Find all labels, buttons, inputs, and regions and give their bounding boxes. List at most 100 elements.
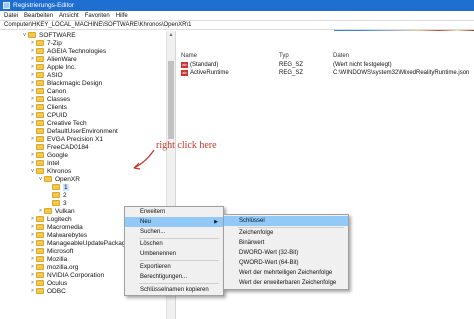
expand-icon[interactable]: > (30, 240, 35, 246)
folder-open-icon (28, 32, 36, 38)
expand-icon[interactable]: > (30, 48, 35, 54)
value-row[interactable]: ab (Standard) (181, 61, 218, 69)
expand-icon[interactable]: > (30, 136, 35, 142)
annotation-arrow-icon (133, 149, 155, 170)
collapse-icon[interactable]: v (30, 168, 35, 174)
folder-icon (36, 160, 44, 166)
expand-icon[interactable]: > (30, 72, 35, 78)
tree-item[interactable]: 2 (46, 191, 67, 199)
expand-icon[interactable]: > (30, 232, 35, 238)
tree-item-openxr[interactable]: v OpenXR (38, 175, 80, 183)
expand-icon[interactable]: > (30, 80, 35, 86)
tree-item[interactable]: > Oculus (30, 279, 67, 287)
expand-icon[interactable]: > (30, 248, 35, 254)
tree-item[interactable]: > mozilla.org (30, 263, 78, 271)
menu-item-binaerwert[interactable]: Binärwert (224, 238, 348, 248)
expand-icon[interactable]: > (38, 208, 43, 214)
value-type: REG_SZ (279, 70, 304, 76)
value-row[interactable]: ab ActiveRuntime (181, 69, 229, 77)
tree-item[interactable]: > Classes (30, 95, 70, 103)
folder-icon (36, 264, 44, 270)
folder-icon (36, 232, 44, 238)
tree-item[interactable]: > Apple Inc. (30, 63, 76, 71)
folder-icon (36, 216, 44, 222)
menu-item-umbenennen[interactable]: Umbenennen (125, 249, 223, 259)
expand-icon[interactable]: > (30, 272, 35, 278)
tree-item[interactable]: > Creative Tech (30, 119, 87, 127)
menu-datei[interactable]: Datei (4, 13, 18, 19)
expand-icon[interactable]: > (30, 120, 35, 126)
tree-item[interactable]: 3 (46, 199, 67, 207)
folder-icon (36, 248, 44, 254)
collapse-icon[interactable]: v (22, 32, 27, 38)
expand-icon[interactable]: > (30, 216, 35, 222)
folder-icon (36, 80, 44, 86)
expand-icon[interactable]: > (30, 224, 35, 230)
tree-item[interactable]: > ASIO (30, 71, 63, 79)
tree-item[interactable]: > Google (30, 151, 68, 159)
expand-icon[interactable]: > (30, 288, 35, 294)
tree-item[interactable]: > CPUID (30, 111, 67, 119)
tree-item[interactable]: > AlienWare (30, 55, 77, 63)
tree-item[interactable]: > Microsoft (30, 247, 73, 255)
scroll-up-arrow-icon[interactable]: ▲ (168, 32, 174, 38)
menu-item-suchen[interactable]: Suchen... (125, 227, 223, 237)
menu-item-expandable-string[interactable]: Wert der erweiterbaren Zeichenfolge (224, 278, 348, 288)
folder-icon (36, 48, 44, 54)
address-path[interactable]: Computer\HKEY_LOCAL_MACHINE\SOFTWARE\Khr… (4, 22, 192, 28)
menu-item-exportieren[interactable]: Exportieren (125, 262, 223, 272)
tree-item[interactable]: > Intel (30, 159, 59, 167)
tree-item[interactable]: DefaultUserEnvironment (30, 127, 118, 135)
tree-item[interactable]: > Logitech (30, 215, 72, 223)
expand-icon[interactable]: > (30, 256, 35, 262)
tree-item[interactable]: > ManageableUpdatePackage (30, 239, 129, 247)
tree-item[interactable]: > AGEIA Technologies (30, 47, 106, 55)
scrollbar-thumb[interactable] (168, 61, 174, 139)
expand-icon[interactable]: > (30, 96, 35, 102)
menu-item-schluessel[interactable]: Schlüssel (224, 216, 348, 226)
expand-icon[interactable]: > (30, 104, 35, 110)
folder-icon (36, 112, 44, 118)
tree-item[interactable]: > Vulkan (38, 207, 75, 215)
menu-bearbeiten[interactable]: Bearbeiten (24, 13, 53, 19)
address-bar[interactable]: Computer\HKEY_LOCAL_MACHINE\SOFTWARE\Khr… (0, 20, 474, 30)
tree-item[interactable]: >7-Zip (30, 39, 62, 47)
menu-item-qword[interactable]: QWORD-Wert (64-Bit) (224, 258, 348, 268)
expand-icon[interactable]: > (30, 40, 35, 46)
expand-icon[interactable]: > (30, 280, 35, 286)
tree-item-1-selected[interactable]: 1 (46, 183, 69, 191)
expand-icon[interactable]: > (30, 112, 35, 118)
menu-hilfe[interactable]: Hilfe (116, 13, 128, 19)
expand-icon[interactable]: > (30, 88, 35, 94)
menu-item-loeschen[interactable]: Löschen (125, 239, 223, 249)
expand-icon[interactable]: > (30, 160, 35, 166)
folder-icon (36, 144, 44, 150)
menu-favoriten[interactable]: Favoriten (85, 13, 110, 19)
tree-item[interactable]: > Malwarebytes (30, 231, 87, 239)
menu-item-erweitern[interactable]: Erweitern (125, 207, 223, 217)
tree-item[interactable]: > ODBC (30, 287, 66, 295)
tree-item[interactable]: > Clients (30, 103, 67, 111)
menu-item-berechtigungen[interactable]: Berechtigungen... (125, 272, 223, 282)
menu-item-zeichenfolge[interactable]: Zeichenfolge (224, 228, 348, 238)
tree-item[interactable]: > Mozilla (30, 255, 67, 263)
tree-item[interactable]: > Blackmagic Design (30, 79, 102, 87)
collapse-icon[interactable]: v (38, 176, 43, 182)
expand-icon[interactable]: > (30, 264, 35, 270)
tree-item[interactable]: > EVGA Precision X1 (30, 135, 103, 143)
tree-item[interactable]: > Canon (30, 87, 66, 95)
menu-item-schluesselnamen-kopieren[interactable]: Schlüsselnamen kopieren (125, 285, 223, 295)
menu-item-dword[interactable]: DWORD-Wert (32-Bit) (224, 248, 348, 258)
tree-item[interactable]: > NVIDIA Corporation (30, 271, 104, 279)
menu-item-multi-string[interactable]: Wert der mehrteiligen Zeichenfolge (224, 268, 348, 278)
expand-icon[interactable]: > (30, 64, 35, 70)
tree-item-khronos[interactable]: v Khronos (30, 167, 71, 175)
expand-icon[interactable]: > (30, 56, 35, 62)
menu-ansicht[interactable]: Ansicht (59, 13, 79, 19)
tree-item[interactable]: FreeCAD0184 (30, 143, 89, 151)
tree-item[interactable]: > Macromedia (30, 223, 83, 231)
menu-item-neu[interactable]: Neu ▶ (125, 217, 223, 227)
tree-item-software[interactable]: v SOFTWARE (22, 31, 75, 39)
value-name: ActiveRuntime (190, 70, 229, 76)
expand-icon[interactable]: > (30, 152, 35, 158)
